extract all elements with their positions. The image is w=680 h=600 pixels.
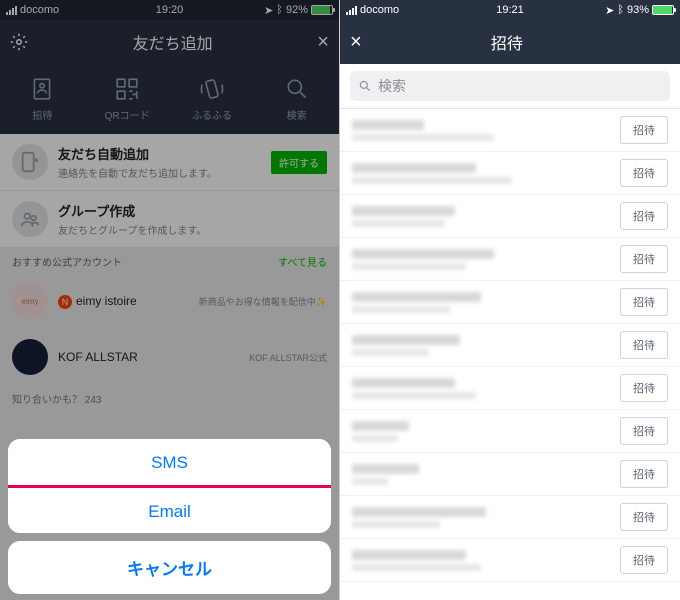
invite-button[interactable]: 招待 [620, 288, 668, 316]
contact-info-blurred [352, 378, 610, 399]
nav-bar: × 招待 [340, 20, 680, 64]
invite-button[interactable]: 招待 [620, 374, 668, 402]
contact-info-blurred [352, 163, 610, 184]
contact-info-blurred [352, 120, 610, 141]
cancel-button[interactable]: キャンセル [8, 541, 331, 594]
search-icon [358, 79, 372, 93]
close-icon[interactable]: × [350, 31, 362, 54]
search-placeholder: 検索 [378, 76, 406, 96]
contact-info-blurred [352, 421, 610, 442]
contact-info-blurred [352, 292, 610, 313]
contact-row[interactable]: 招待 [340, 109, 680, 152]
invite-button[interactable]: 招待 [620, 460, 668, 488]
location-icon: ➤ [605, 4, 614, 17]
invite-button[interactable]: 招待 [620, 116, 668, 144]
contact-row[interactable]: 招待 [340, 539, 680, 582]
contact-row[interactable]: 招待 [340, 324, 680, 367]
sms-option[interactable]: SMS [8, 439, 331, 488]
contact-info-blurred [352, 206, 610, 227]
contact-row[interactable]: 招待 [340, 367, 680, 410]
contact-info-blurred [352, 507, 610, 528]
contact-list[interactable]: 招待招待招待招待招待招待招待招待招待招待招待 [340, 109, 680, 600]
contact-info-blurred [352, 249, 610, 270]
contact-row[interactable]: 招待 [340, 281, 680, 324]
contact-row[interactable]: 招待 [340, 195, 680, 238]
contact-row[interactable]: 招待 [340, 496, 680, 539]
battery-pct: 93% [627, 4, 649, 16]
email-option[interactable]: Email [8, 485, 331, 533]
invite-button[interactable]: 招待 [620, 245, 668, 273]
left-screen: docomo 19:20 ➤ ᛒ 92% 友だち追加 × 招待 QRコード ふる… [0, 0, 340, 600]
contact-row[interactable]: 招待 [340, 453, 680, 496]
nav-title: 招待 [491, 30, 523, 54]
search-input[interactable]: 検索 [350, 71, 670, 101]
carrier-label: docomo [360, 4, 399, 16]
search-bar-container: 検索 [340, 64, 680, 109]
contact-row[interactable]: 招待 [340, 410, 680, 453]
action-sheet: SMS Email キャンセル [8, 439, 331, 594]
contact-row[interactable]: 招待 [340, 238, 680, 281]
status-bar: docomo 19:21 ➤ ᛒ 93% [340, 0, 680, 20]
invite-button[interactable]: 招待 [620, 202, 668, 230]
clock: 19:21 [496, 4, 524, 16]
contact-info-blurred [352, 464, 610, 485]
invite-button[interactable]: 招待 [620, 546, 668, 574]
battery-icon [652, 5, 674, 15]
invite-button[interactable]: 招待 [620, 503, 668, 531]
invite-button[interactable]: 招待 [620, 331, 668, 359]
contact-row[interactable]: 招待 [340, 152, 680, 195]
contact-info-blurred [352, 550, 610, 571]
signal-icon [346, 6, 357, 15]
invite-button[interactable]: 招待 [620, 417, 668, 445]
right-screen: docomo 19:21 ➤ ᛒ 93% × 招待 検索 招待招待招待招待招待招… [340, 0, 680, 600]
contact-info-blurred [352, 335, 610, 356]
invite-button[interactable]: 招待 [620, 159, 668, 187]
bluetooth-icon: ᛒ [617, 4, 624, 16]
